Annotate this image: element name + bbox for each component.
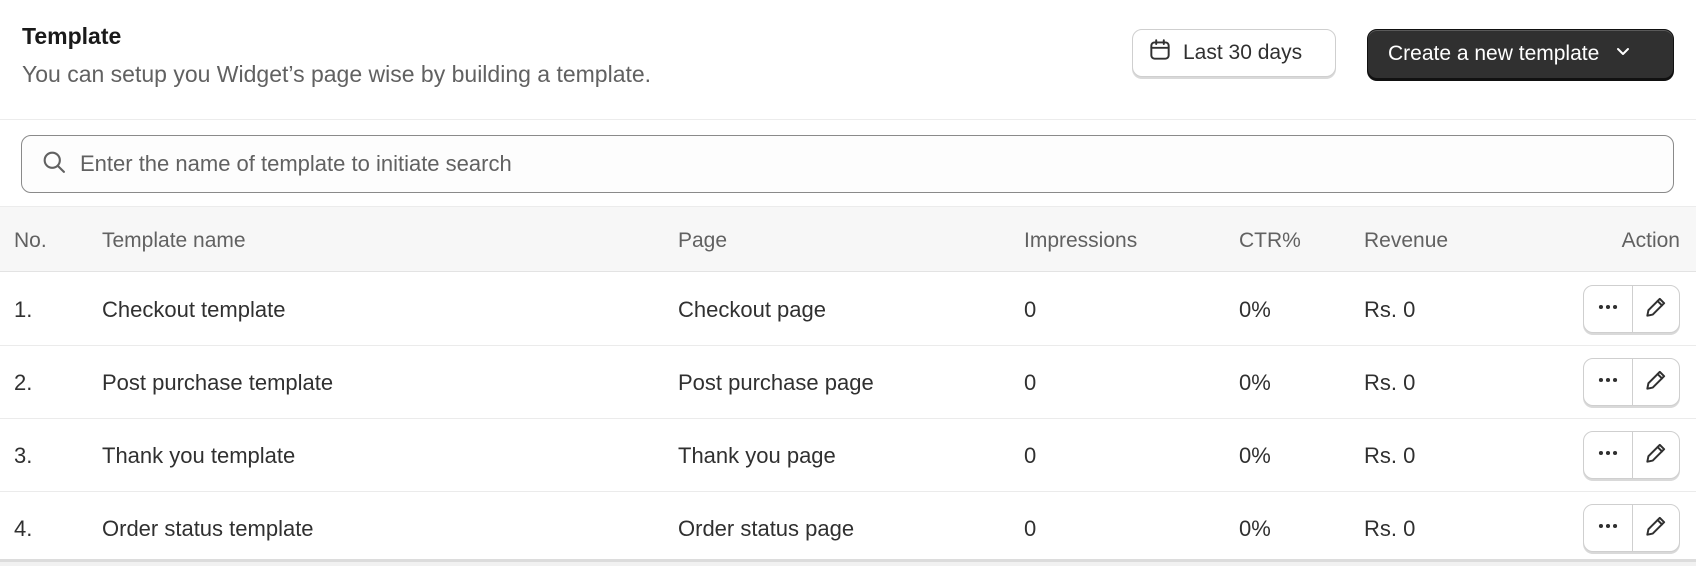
row-actions — [1583, 431, 1680, 479]
search-icon — [40, 148, 68, 181]
edit-button[interactable] — [1631, 286, 1680, 332]
templates-card: Template You can setup you Widget’s page… — [0, 0, 1696, 562]
template-page: Post purchase page — [678, 370, 874, 395]
ctr-value: 0% — [1239, 370, 1271, 395]
column-header-action: Action — [1621, 229, 1680, 252]
page-title: Template — [22, 23, 122, 49]
row-actions — [1583, 285, 1680, 333]
column-header-page: Page — [678, 229, 728, 252]
column-header-revenue: Revenue — [1364, 229, 1449, 252]
more-actions-button[interactable] — [1584, 432, 1632, 478]
edit-pencil-icon — [1643, 513, 1669, 544]
template-name: Checkout template — [102, 297, 286, 322]
template-name: Order status template — [102, 516, 314, 541]
table-row[interactable]: 2. Post purchase template Post purchase … — [0, 346, 1696, 419]
template-page: Order status page — [678, 516, 855, 541]
column-header-template-name: Template name — [102, 229, 246, 252]
more-actions-button[interactable] — [1584, 505, 1632, 551]
edit-button[interactable] — [1631, 432, 1680, 478]
more-horizontal-icon — [1595, 440, 1621, 471]
row-number: 2. — [14, 370, 33, 395]
calendar-icon — [1147, 37, 1173, 69]
table-row[interactable]: 4. Order status template Order status pa… — [0, 492, 1696, 559]
template-page: Thank you page — [678, 443, 836, 468]
page-subtitle: You can setup you Widget’s page wise by … — [22, 61, 652, 87]
table-row[interactable]: 3. Thank you template Thank you page 0 0… — [0, 419, 1696, 492]
column-header-ctr: CTR% — [1239, 229, 1301, 252]
column-header-impressions: Impressions — [1024, 229, 1138, 252]
row-actions — [1583, 504, 1680, 552]
edit-button[interactable] — [1631, 505, 1680, 551]
template-page: Checkout page — [678, 297, 826, 322]
table-header: No. Template name Page Impressions CTR% … — [0, 206, 1696, 272]
more-horizontal-icon — [1595, 367, 1621, 398]
impressions-value: 0 — [1024, 516, 1037, 541]
row-number: 4. — [14, 516, 33, 541]
template-name: Post purchase template — [102, 370, 334, 395]
create-template-button[interactable]: Create a new template — [1367, 29, 1674, 79]
row-number: 3. — [14, 443, 33, 468]
more-actions-button[interactable] — [1584, 359, 1632, 405]
template-name: Thank you template — [102, 443, 296, 468]
ctr-value: 0% — [1239, 516, 1271, 541]
edit-pencil-icon — [1643, 294, 1669, 325]
search-field[interactable] — [21, 135, 1674, 193]
chevron-down-icon — [1613, 41, 1633, 67]
impressions-value: 0 — [1024, 297, 1037, 322]
column-header-no: No. — [14, 229, 47, 252]
impressions-value: 0 — [1024, 370, 1037, 395]
edit-pencil-icon — [1643, 440, 1669, 471]
card-header: Template You can setup you Widget’s page… — [0, 0, 1696, 120]
search-input[interactable] — [80, 151, 1640, 177]
revenue-value: Rs. 0 — [1364, 443, 1416, 468]
more-horizontal-icon — [1595, 294, 1621, 325]
revenue-value: Rs. 0 — [1364, 297, 1416, 322]
ctr-value: 0% — [1239, 297, 1271, 322]
edit-button[interactable] — [1631, 359, 1680, 405]
row-number: 1. — [14, 297, 33, 322]
edit-pencil-icon — [1643, 367, 1669, 398]
table-row[interactable]: 1. Checkout template Checkout page 0 0% … — [0, 273, 1696, 346]
more-horizontal-icon — [1595, 513, 1621, 544]
date-range-button[interactable]: Last 30 days — [1132, 29, 1336, 77]
revenue-value: Rs. 0 — [1364, 370, 1416, 395]
date-range-label: Last 30 days — [1183, 41, 1303, 64]
impressions-value: 0 — [1024, 443, 1037, 468]
more-actions-button[interactable] — [1584, 286, 1632, 332]
search-section — [0, 121, 1696, 206]
revenue-value: Rs. 0 — [1364, 516, 1416, 541]
ctr-value: 0% — [1239, 443, 1271, 468]
row-actions — [1583, 358, 1680, 406]
create-template-label: Create a new template — [1388, 42, 1600, 65]
